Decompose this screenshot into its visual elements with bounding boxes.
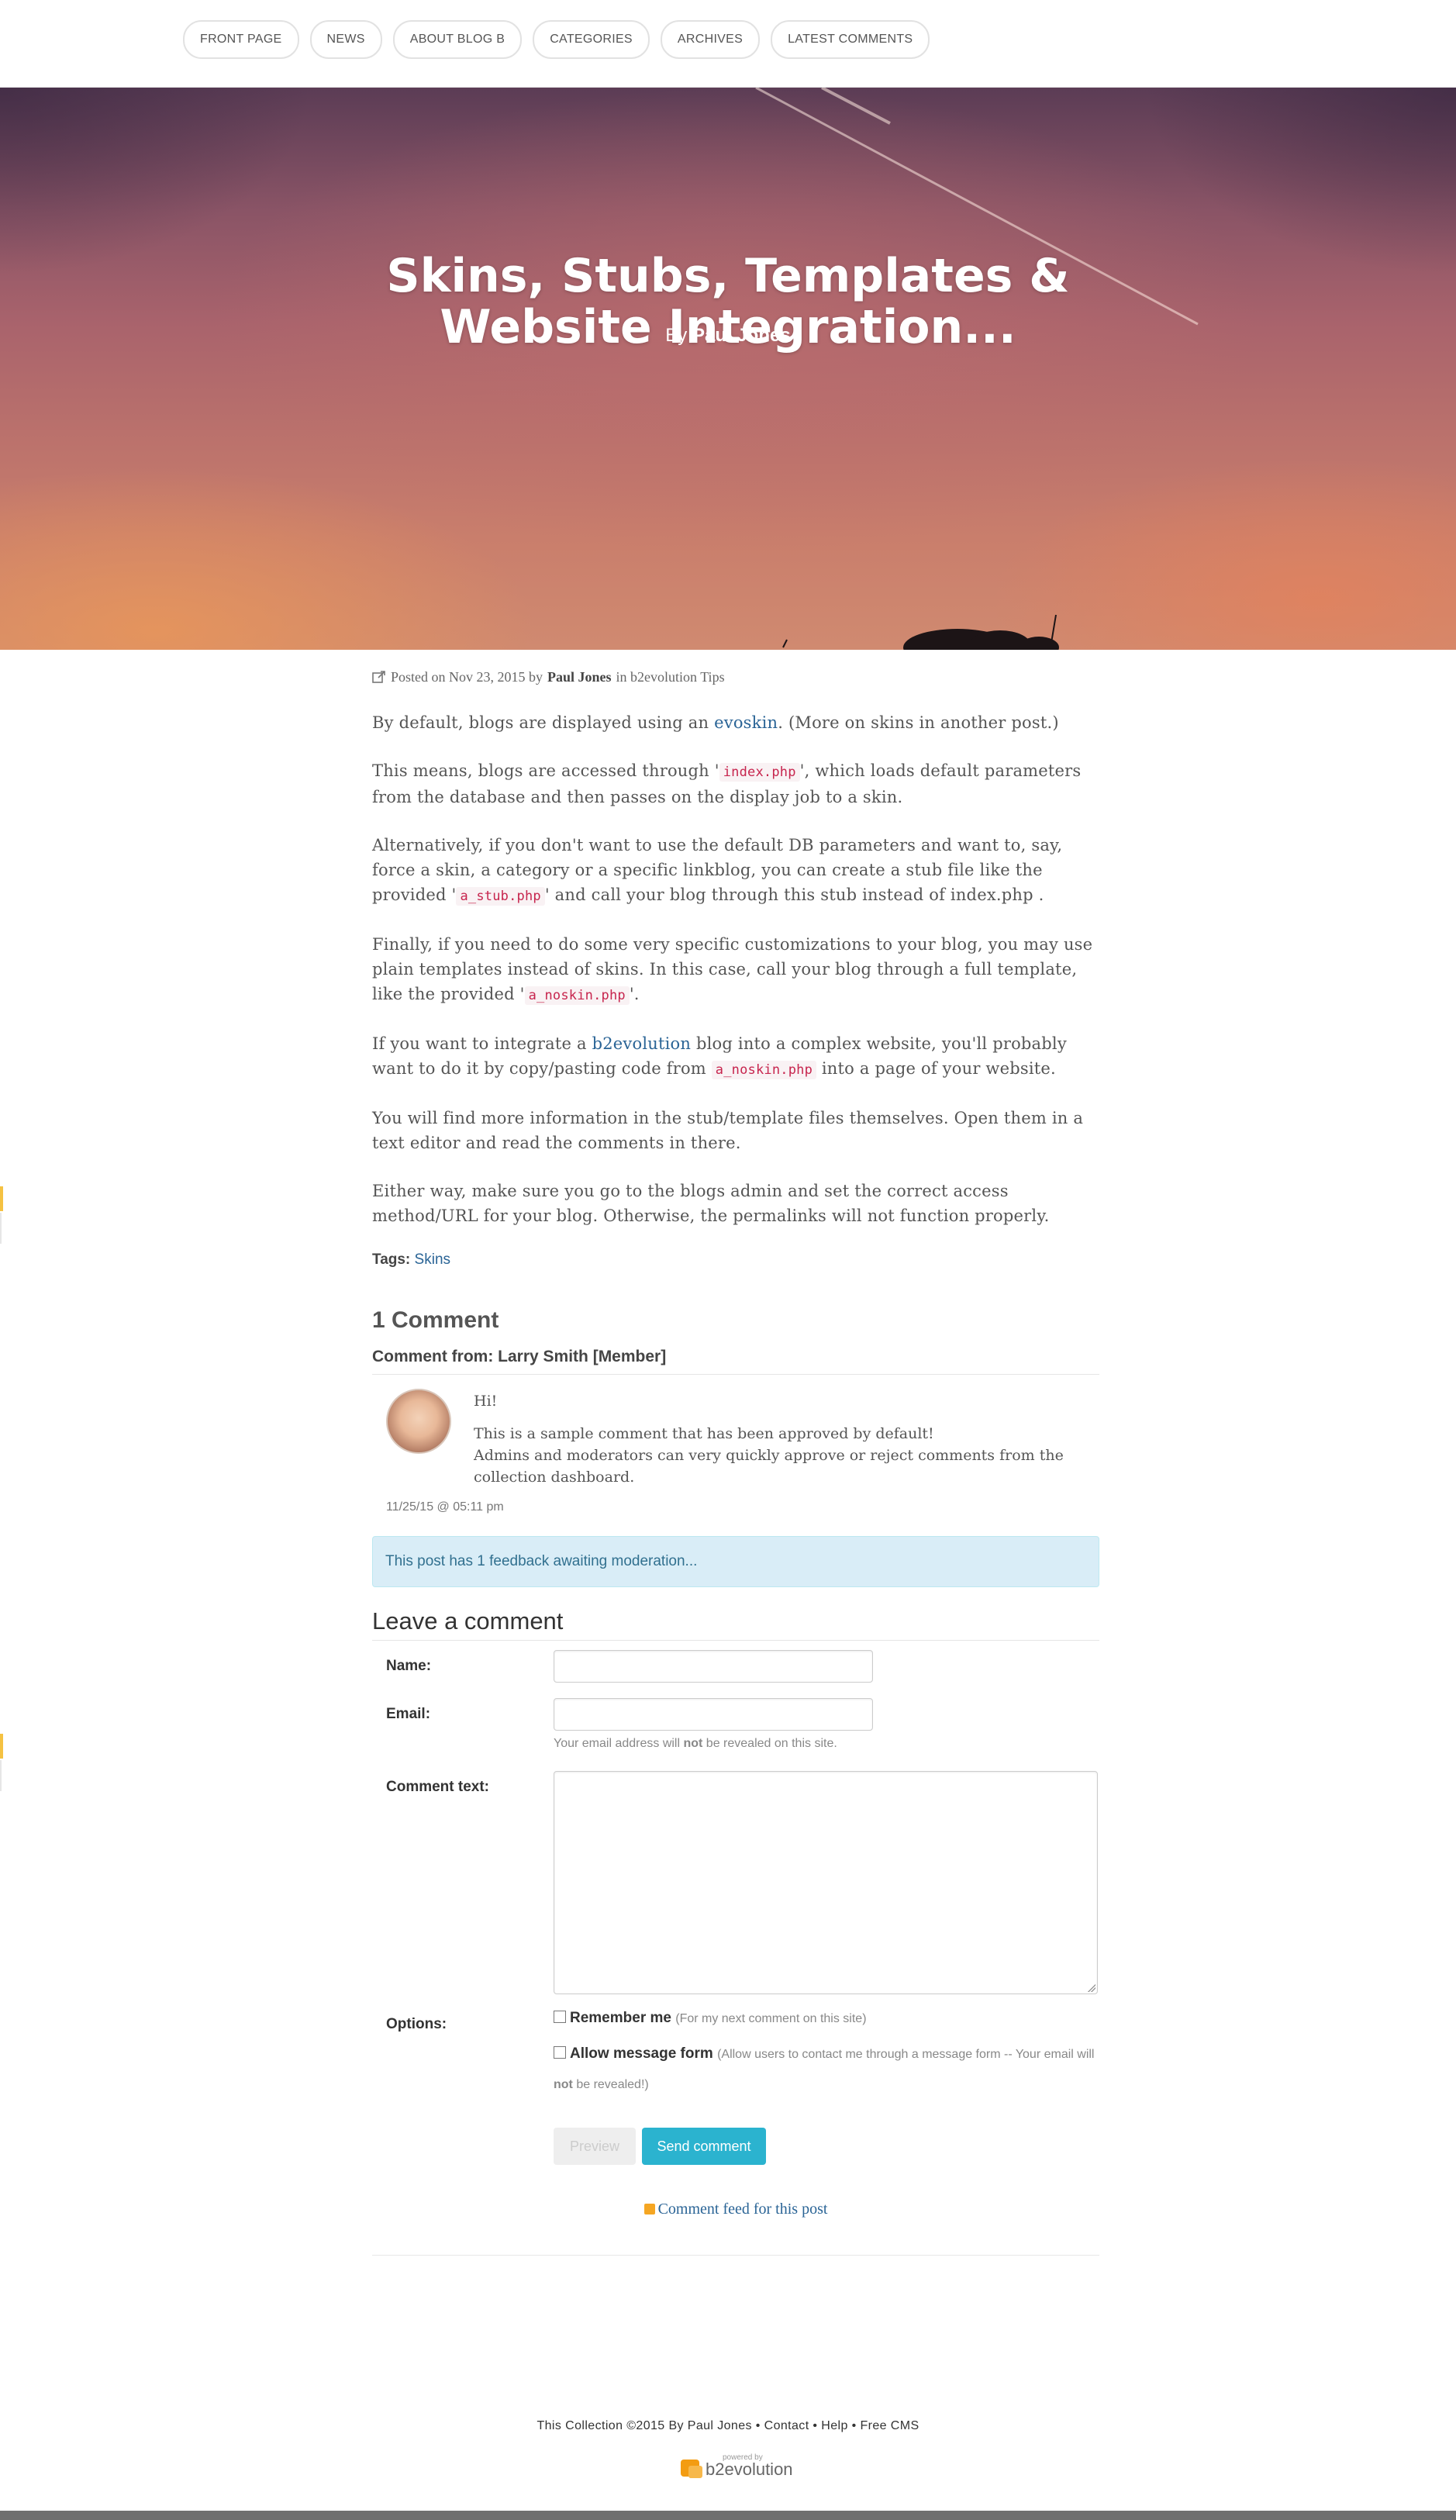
comments-heading: 1 Comment (372, 1307, 499, 1333)
meta-author-link[interactable]: Paul Jones (547, 669, 612, 685)
brand-name: b2evolution (706, 2460, 793, 2479)
b2evolution-link[interactable]: b2evolution (592, 1034, 692, 1053)
bottom-bar (0, 2511, 1456, 2520)
paragraph: This means, blogs are accessed through '… (372, 761, 1082, 806)
name-input[interactable] (554, 1650, 873, 1683)
rss-icon (643, 2204, 655, 2214)
code-snippet: index.php (719, 763, 800, 782)
paragraph: Either way, make sure you go to the blog… (372, 1182, 1050, 1225)
external-link-icon (372, 671, 385, 683)
paragraph: Alternatively, if you don't want to use … (372, 836, 1063, 906)
post-body: By default, blogs are displayed using an… (372, 710, 1099, 1228)
comment-line: Hi! (474, 1393, 498, 1410)
paragraph: You will find more information in the st… (372, 1109, 1084, 1152)
edge-marker (0, 1213, 2, 1244)
comment-author: Comment from: Larry Smith [Member] (372, 1348, 1099, 1375)
powered-by-logo[interactable]: powered by b2evolution (681, 2452, 797, 2483)
nav-item-categories[interactable]: CATEGORIES (533, 20, 650, 59)
leave-comment-heading: Leave a comment (372, 1607, 1099, 1641)
post-content: Posted on Nov 23, 2015 by Paul Jones in … (372, 667, 1099, 2339)
tag-link-skins[interactable]: Skins (415, 1251, 450, 1268)
hero-banner: Skins, Stubs, Templates & Website Integr… (0, 88, 1456, 650)
resize-handle-icon[interactable] (1088, 1984, 1095, 1992)
moderation-alert: This post has 1 feedback awaiting modera… (372, 1536, 1099, 1587)
email-input[interactable] (554, 1698, 873, 1731)
code-snippet: a_noskin.php (711, 1061, 817, 1079)
tags-label: Tags: (372, 1251, 411, 1268)
code-snippet: a_stub.php (456, 887, 545, 906)
nav-item-latest-comments[interactable]: LATEST COMMENTS (771, 20, 930, 59)
name-label: Name: (386, 1658, 432, 1674)
comment-text-label: Comment text: (386, 1779, 490, 1795)
comment-date[interactable]: 11/25/15 @ 05:11 pm (386, 1500, 504, 1514)
nav-item-front-page[interactable]: FRONT PAGE (183, 20, 299, 59)
byline-author-link[interactable]: Paul Jones (692, 325, 791, 346)
allow-message-option: Allow message form (Allow users to conta… (554, 2045, 1095, 2091)
meta-category-text[interactable]: in b2evolution Tips (616, 669, 725, 685)
paragraph: Finally, if you need to do some very spe… (372, 935, 1093, 1005)
post-meta: Posted on Nov 23, 2015 by Paul Jones in … (372, 667, 1099, 687)
nav-item-archives[interactable]: ARCHIVES (660, 20, 761, 59)
comment-item: Hi! This is a sample comment that has be… (372, 1375, 1099, 1530)
nav-list: FRONT PAGE NEWS ABOUT BLOG B CATEGORIES … (183, 20, 930, 59)
comment-form: Name: Email: Your email address will not… (372, 1641, 1099, 2339)
footer-text: This Collection ©2015 By Paul Jones • Co… (537, 2419, 919, 2432)
remember-me-checkbox[interactable] (554, 2011, 566, 2023)
edge-marker (0, 1186, 3, 1211)
nav-item-news[interactable]: NEWS (309, 20, 382, 59)
divider (372, 2255, 1099, 2256)
byline-prefix: By (665, 325, 688, 346)
edge-marker (0, 1734, 3, 1759)
post-tags: Tags: Skins (372, 1251, 1099, 1269)
top-navigation: FRONT PAGE NEWS ABOUT BLOG B CATEGORIES … (0, 0, 1456, 88)
allow-message-checkbox[interactable] (554, 2046, 566, 2059)
email-label: Email: (386, 1706, 431, 1722)
paragraph: If you want to integrate a b2evolution b… (372, 1034, 1067, 1079)
nav-item-about-blog-b[interactable]: ABOUT BLOG B (392, 20, 523, 59)
send-comment-button[interactable]: Send comment (642, 2128, 766, 2165)
edge-marker (0, 1760, 2, 1791)
avatar[interactable] (386, 1389, 451, 1454)
comment-textarea[interactable] (554, 1771, 1098, 1994)
comment-feed-link[interactable]: Comment feed for this post (372, 2201, 1099, 2218)
post-byline: By Paul Jones (340, 325, 1116, 347)
preview-button[interactable]: Preview (554, 2128, 636, 2165)
options-label: Options: (386, 2016, 447, 2032)
b2evolution-logo-icon (688, 2466, 702, 2478)
posted-on-text: Posted on Nov 23, 2015 by (391, 668, 543, 685)
email-hint: Your email address will not be revealed … (554, 1737, 837, 1750)
hero-sky-image (755, 88, 1199, 650)
paragraph: By default, blogs are displayed using an… (372, 713, 1059, 732)
code-snippet: a_noskin.php (524, 986, 630, 1005)
comment-body: Hi! This is a sample comment that has be… (474, 1390, 1094, 1499)
evoskin-link[interactable]: evoskin (714, 713, 778, 732)
comment-line: This is a sample comment that has been a… (474, 1425, 1064, 1486)
remember-me-option: Remember me (For my next comment on this… (554, 2010, 867, 2027)
